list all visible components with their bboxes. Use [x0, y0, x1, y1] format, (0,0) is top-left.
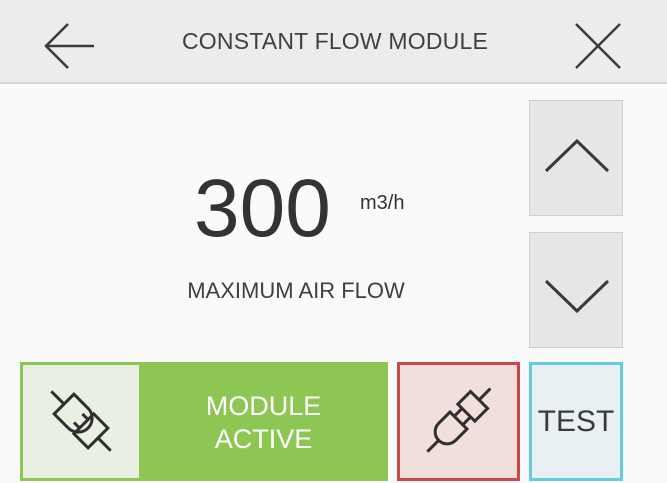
test-button-label: TEST: [537, 405, 615, 438]
plug-connected-icon: [50, 390, 112, 452]
increase-button[interactable]: [529, 100, 623, 216]
plug-disconnected-icon: [426, 387, 492, 453]
close-button[interactable]: [558, 12, 638, 74]
test-button[interactable]: TEST: [529, 362, 623, 481]
decrease-button[interactable]: [529, 232, 623, 348]
module-status-line1: MODULE: [205, 391, 322, 421]
module-status: MODULE ACTIVE: [139, 390, 388, 456]
header-bar: CONSTANT FLOW MODULE: [0, 0, 667, 84]
chevron-up-icon: [544, 138, 610, 173]
flow-value: 300: [194, 163, 331, 254]
page-title: CONSTANT FLOW MODULE: [182, 28, 488, 54]
flow-unit: m3/h: [360, 192, 405, 214]
flow-label: MAXIMUM AIR FLOW: [187, 278, 405, 303]
module-active-button[interactable]: MODULE ACTIVE: [20, 362, 388, 481]
arrow-left-icon: [44, 23, 94, 69]
chevron-down-icon: [544, 279, 610, 314]
module-status-line2: ACTIVE: [214, 424, 313, 454]
close-icon: [575, 23, 621, 69]
back-button[interactable]: [30, 12, 110, 74]
disconnect-button[interactable]: [397, 362, 520, 481]
module-icon-box: [23, 365, 139, 478]
flow-display: 300 m3/h MAXIMUM AIR FLOW: [0, 86, 527, 356]
